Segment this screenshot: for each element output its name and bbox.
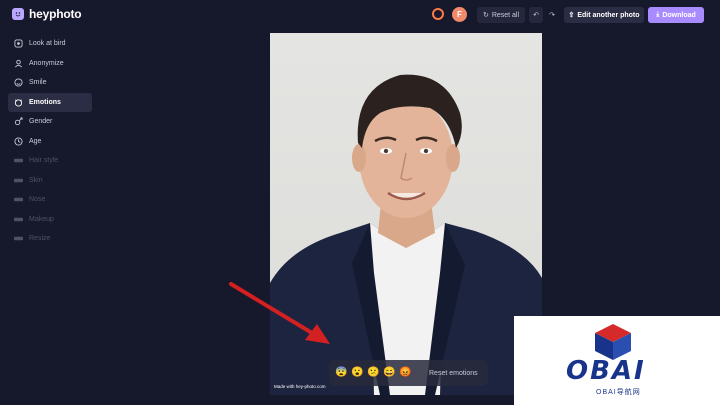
undo-button[interactable]: ↶ [529, 7, 543, 23]
sidebar-item-hair-style[interactable]: Hair style [8, 151, 92, 171]
emotion-angry-button[interactable]: 😡 [399, 367, 412, 380]
sidebar-item-label: Hair style [29, 157, 59, 165]
edit-another-label: Edit another photo [577, 11, 640, 19]
sidebar-item-label: Look at bird [29, 40, 66, 48]
sidebar-item-resize[interactable]: Resize [8, 229, 92, 249]
sidebar-item-anonymize[interactable]: Anonymize [8, 54, 92, 74]
locked-icon [14, 195, 23, 204]
user-mask-icon [14, 59, 23, 68]
emotions-icon [14, 98, 23, 107]
sidebar-item-age[interactable]: Age [8, 132, 92, 152]
sidebar-item-label: Emotions [29, 98, 61, 106]
sidebar-item-label: Age [29, 137, 42, 145]
eye-icon [14, 39, 23, 48]
timer-icon[interactable] [432, 8, 444, 20]
locked-icon [14, 234, 23, 243]
sidebar: Look at bird Anonymize Smile Emotions Ge… [8, 34, 92, 249]
app-logo[interactable]: heyphoto [12, 7, 82, 21]
reset-emotions-button[interactable]: Reset emotions [429, 370, 478, 377]
download-button[interactable]: ⤓ Download [648, 7, 704, 23]
brand-name: OBAI [566, 356, 646, 386]
edit-another-photo-button[interactable]: ⇪ Edit another photo [564, 7, 644, 23]
reset-icon: ↻ [482, 12, 489, 19]
locked-icon [14, 215, 23, 224]
locked-icon [14, 156, 23, 165]
sidebar-item-label: Nose [29, 196, 46, 204]
annotation-arrow-icon [229, 282, 330, 344]
gender-icon [14, 117, 23, 126]
sidebar-item-label: Smile [29, 79, 47, 87]
reset-all-label: Reset all [491, 11, 520, 19]
smile-icon [14, 78, 23, 87]
undo-icon: ↶ [533, 12, 539, 19]
emotion-surprise-button[interactable]: 😮 [351, 367, 364, 380]
download-label: Download [662, 11, 696, 19]
redo-button[interactable]: ↷ [545, 7, 559, 23]
sidebar-item-makeup[interactable]: Makeup [8, 210, 92, 230]
sidebar-item-look-at-bird[interactable]: Look at bird [8, 34, 92, 54]
emotions-toolbar: 😨 😮 😕 😄 😡 Reset emotions [329, 360, 488, 386]
download-icon: ⤓ [656, 11, 660, 18]
app-name: heyphoto [29, 7, 82, 21]
reset-all-button[interactable]: ↻ Reset all [477, 7, 525, 23]
sidebar-item-emotions[interactable]: Emotions [8, 92, 92, 112]
emotion-fear-button[interactable]: 😨 [335, 367, 348, 380]
avatar[interactable]: F [452, 7, 467, 22]
sidebar-item-gender[interactable]: Gender [8, 112, 92, 132]
upload-icon: ⇪ [568, 12, 575, 19]
emotion-sad-button[interactable]: 😕 [367, 367, 380, 380]
sidebar-item-label: Gender [29, 118, 53, 126]
sidebar-item-label: Makeup [29, 215, 54, 223]
sidebar-item-skin[interactable]: Skin [8, 171, 92, 191]
logo-icon [12, 8, 24, 20]
brand-subtitle: OBAI导航网 [596, 389, 641, 396]
sidebar-item-label: Resize [29, 235, 51, 243]
watermark: Made with hey-photo.com [274, 384, 326, 389]
locked-icon [14, 176, 23, 185]
brand-overlay: OBAI OBAI导航网 [514, 316, 720, 405]
redo-icon: ↷ [549, 12, 555, 19]
sidebar-item-label: Skin [29, 176, 43, 184]
emotion-happy-button[interactable]: 😄 [383, 367, 396, 380]
top-bar: heyphoto F ↻ Reset all ↶ ↷ ⇪ Edit anothe… [0, 0, 720, 30]
sidebar-item-smile[interactable]: Smile [8, 73, 92, 93]
sidebar-item-nose[interactable]: Nose [8, 190, 92, 210]
sidebar-item-label: Anonymize [29, 59, 64, 67]
age-icon [14, 137, 23, 146]
